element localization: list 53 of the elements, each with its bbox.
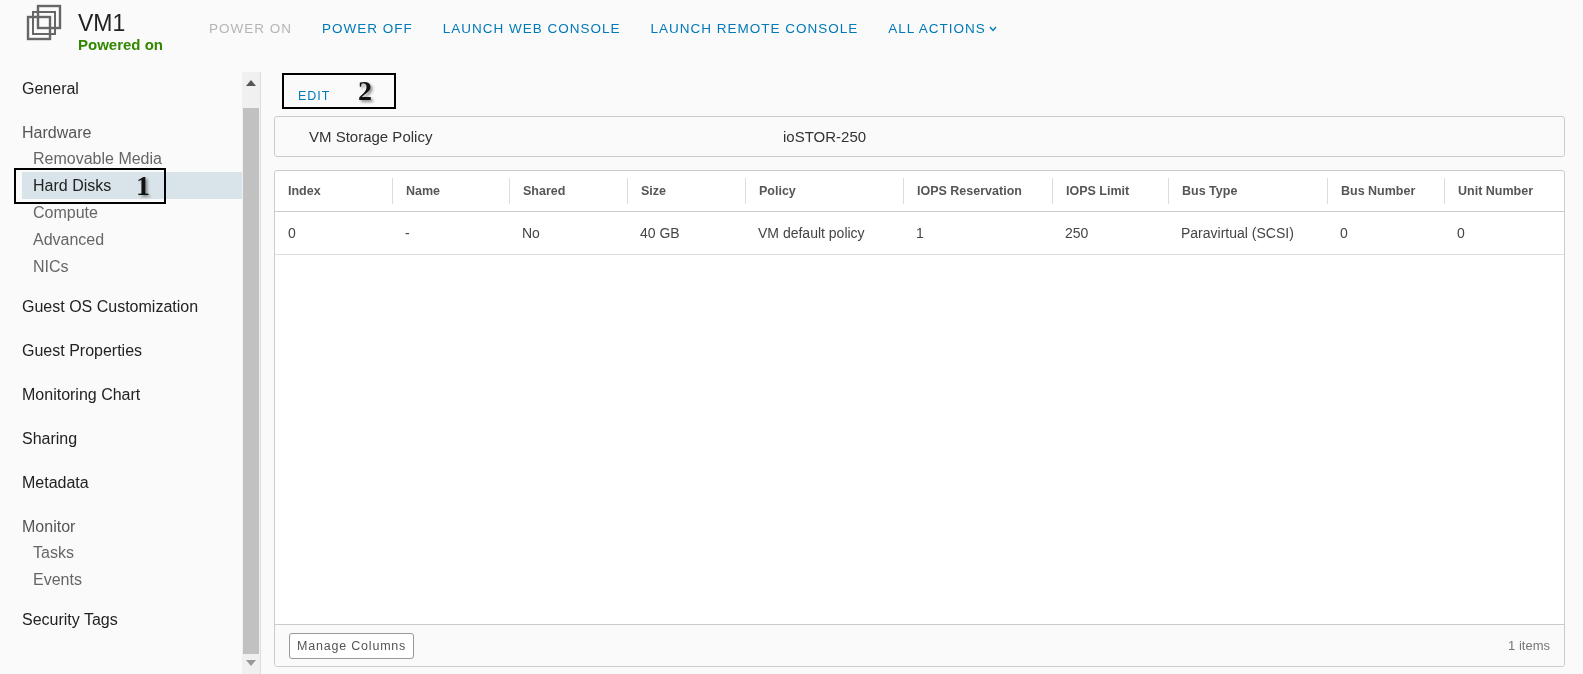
policy-value: ioSTOR-250 xyxy=(783,128,867,145)
sidebar-item[interactable]: Advanced xyxy=(22,226,242,253)
policy-label: VM Storage Policy xyxy=(309,128,434,145)
callout-number: 2 xyxy=(358,75,372,107)
column-header[interactable]: Name xyxy=(392,178,509,204)
item-count: 1 items xyxy=(1508,638,1550,653)
sidebar-item[interactable]: Events xyxy=(22,566,242,593)
sidebar-item[interactable]: NICs xyxy=(22,253,242,280)
column-header[interactable]: IOPS Reservation xyxy=(903,178,1052,204)
edit-button[interactable]: EDIT xyxy=(274,88,331,103)
vm-title: VM1 xyxy=(78,10,127,36)
sidebar-item[interactable]: Sharing xyxy=(0,428,242,450)
sidebar-item[interactable]: Guest Properties xyxy=(0,340,242,362)
sidebar-group-heading: Monitor xyxy=(21,517,77,537)
manage-columns-button[interactable]: Manage Columns xyxy=(289,632,415,659)
scroll-down-icon xyxy=(246,660,256,666)
table-cell-text: 0 xyxy=(1339,225,1349,241)
column-header[interactable]: Unit Number xyxy=(1444,178,1563,204)
vm-icon xyxy=(26,4,64,42)
table-cell-text: 1 xyxy=(915,225,925,241)
sidebar-item[interactable]: Security Tags xyxy=(0,609,242,631)
column-header[interactable]: Policy xyxy=(745,178,903,204)
table-cell-text: 40 GB xyxy=(639,225,681,241)
table-cell-text: 0 xyxy=(1456,225,1466,241)
sidebar-group-heading: Hardware xyxy=(21,123,93,143)
column-header[interactable]: Bus Type xyxy=(1168,178,1327,204)
table-cell-text: Paravirtual (SCSI) xyxy=(1180,225,1295,241)
column-header[interactable]: IOPS Limit xyxy=(1052,178,1168,204)
column-header[interactable]: Shared xyxy=(509,178,627,204)
action-link[interactable]: POWER OFF xyxy=(322,21,413,36)
action-link[interactable]: LAUNCH REMOTE CONSOLE xyxy=(650,21,859,36)
action-link[interactable]: LAUNCH WEB CONSOLE xyxy=(442,21,621,36)
caret-icon xyxy=(988,25,997,32)
action-link[interactable]: ALL ACTIONS xyxy=(888,21,997,36)
scrollbar[interactable] xyxy=(242,72,260,674)
callout-number: 1 xyxy=(136,170,150,202)
table-cell-text: 0 xyxy=(287,225,297,241)
column-header[interactable]: Bus Number xyxy=(1327,178,1444,204)
sidebar-item[interactable]: Removable Media xyxy=(22,145,242,172)
scroll-up-icon xyxy=(246,80,256,86)
table-cell-text: 250 xyxy=(1064,225,1090,241)
sidebar-item[interactable]: Tasks xyxy=(22,539,242,566)
table-cell-text: No xyxy=(521,225,541,241)
power-status: Powered on xyxy=(78,36,163,54)
column-header[interactable]: Size xyxy=(627,178,745,204)
sidebar-item[interactable]: Monitoring Chart xyxy=(0,384,242,406)
sidebar-item[interactable]: Metadata xyxy=(0,472,242,494)
sidebar-item[interactable]: Guest OS Customization xyxy=(0,296,242,318)
column-header[interactable]: Index xyxy=(275,178,392,204)
table-cell-text: - xyxy=(404,225,411,241)
sidebar-item[interactable]: Compute xyxy=(22,199,242,226)
sidebar-item[interactable]: General xyxy=(0,78,242,100)
table-cell-text: VM default policy xyxy=(757,225,866,241)
